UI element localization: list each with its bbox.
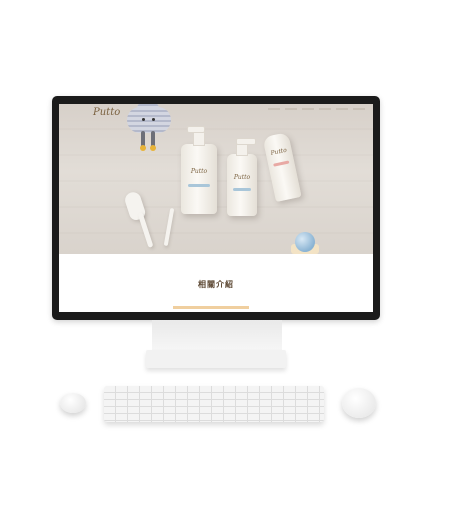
monitor-stand-neck bbox=[152, 320, 282, 350]
top-nav bbox=[268, 108, 365, 110]
blue-ball bbox=[295, 232, 315, 252]
site-logo[interactable]: Putto bbox=[93, 107, 120, 118]
section-title: 相關介紹 bbox=[198, 280, 234, 289]
nav-item[interactable] bbox=[285, 108, 297, 110]
surface-dial bbox=[60, 393, 86, 413]
tube-label: Putto bbox=[270, 146, 288, 157]
keyboard bbox=[104, 386, 324, 422]
baby-comb bbox=[163, 207, 175, 247]
section-divider-bar bbox=[173, 306, 249, 309]
product-tube: Putto bbox=[262, 132, 302, 202]
nav-item[interactable] bbox=[353, 108, 365, 110]
bottle-1-label: Putto bbox=[190, 168, 208, 175]
product-bottle-2: Putto bbox=[227, 138, 257, 216]
mouse bbox=[342, 388, 376, 418]
product-bottle-1: Putto bbox=[181, 126, 217, 214]
nav-item[interactable] bbox=[268, 108, 280, 110]
nav-item[interactable] bbox=[336, 108, 348, 110]
hero-banner-image: Putto Putto Putto Putto bbox=[59, 104, 373, 254]
nav-item[interactable] bbox=[319, 108, 331, 110]
nav-item[interactable] bbox=[302, 108, 314, 110]
brush-handle bbox=[137, 212, 154, 248]
desktop-monitor: Putto Putto Putto Putto 相關介紹 bbox=[52, 96, 380, 320]
bottle-2-label: Putto bbox=[233, 174, 251, 181]
monitor-stand-base bbox=[146, 350, 286, 368]
cloud-plush-toy bbox=[127, 104, 171, 151]
monitor-screen: Putto Putto Putto Putto 相關介紹 bbox=[59, 104, 373, 312]
